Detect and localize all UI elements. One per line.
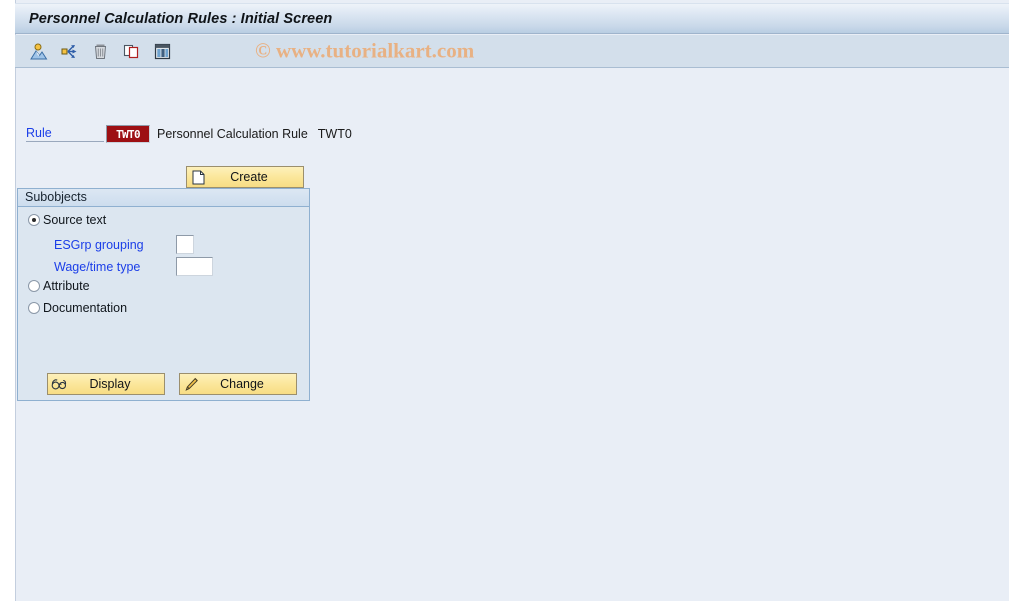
move-arrows-icon[interactable]	[59, 41, 80, 62]
sap-application-window: Personnel Calculation Rules : Initial Sc…	[0, 0, 1009, 601]
radio-documentation[interactable]: Documentation	[28, 301, 127, 315]
create-button[interactable]: Create	[186, 166, 304, 188]
rule-code: TWT0	[317, 127, 352, 141]
document-icon	[187, 167, 209, 187]
title-bar: Personnel Calculation Rules : Initial Sc…	[15, 3, 1009, 34]
rule-input[interactable]	[106, 125, 150, 143]
radio-attribute-indicator	[28, 280, 40, 292]
radio-attribute-label: Attribute	[43, 279, 90, 293]
rule-label[interactable]: Rule	[26, 126, 104, 142]
wage-time-type-row: Wage/time type	[54, 257, 213, 276]
grid-table-icon[interactable]	[152, 41, 173, 62]
radio-attribute[interactable]: Attribute	[28, 279, 90, 293]
screen-canvas: Rule Personnel Calculation Rule TWT0 Cre…	[16, 69, 1009, 601]
wage-time-type-input[interactable]	[176, 257, 213, 276]
application-toolbar: © www.tutorialkart.com	[15, 35, 1009, 68]
radio-source-text-label: Source text	[43, 213, 107, 227]
change-button[interactable]: Change	[179, 373, 297, 395]
page-title: Personnel Calculation Rules : Initial Sc…	[29, 10, 333, 27]
watermark-text: © www.tutorialkart.com	[255, 38, 475, 63]
subobjects-panel-title: Subobjects	[18, 189, 309, 207]
rule-description: Personnel Calculation Rule	[157, 127, 308, 141]
display-button[interactable]: Display	[47, 373, 165, 395]
rule-row: Rule Personnel Calculation Rule TWT0	[26, 125, 352, 143]
radio-documentation-label: Documentation	[43, 301, 128, 315]
radio-source-text[interactable]: Source text	[28, 213, 106, 227]
copy-pages-icon[interactable]	[121, 41, 142, 62]
subobjects-panel-body: Source text ESGrp grouping Wage/time typ…	[18, 207, 309, 401]
subobjects-panel: Subobjects Source text ESGrp grouping Wa…	[17, 188, 310, 401]
esgrp-grouping-label[interactable]: ESGrp grouping	[54, 238, 176, 252]
radio-source-text-indicator	[28, 214, 40, 226]
change-button-label: Change	[220, 377, 264, 391]
display-button-label: Display	[89, 377, 131, 391]
wage-time-type-label[interactable]: Wage/time type	[54, 260, 176, 274]
trash-can-icon[interactable]	[90, 41, 111, 62]
radio-documentation-indicator	[28, 302, 40, 314]
person-over-mountain-icon[interactable]	[28, 41, 49, 62]
esgrp-grouping-row: ESGrp grouping	[54, 235, 194, 254]
toolbar-icon-group	[28, 41, 173, 62]
create-button-label: Create	[230, 170, 268, 184]
esgrp-grouping-input[interactable]	[176, 235, 194, 254]
glasses-icon	[48, 374, 70, 394]
pencil-icon	[180, 374, 202, 394]
